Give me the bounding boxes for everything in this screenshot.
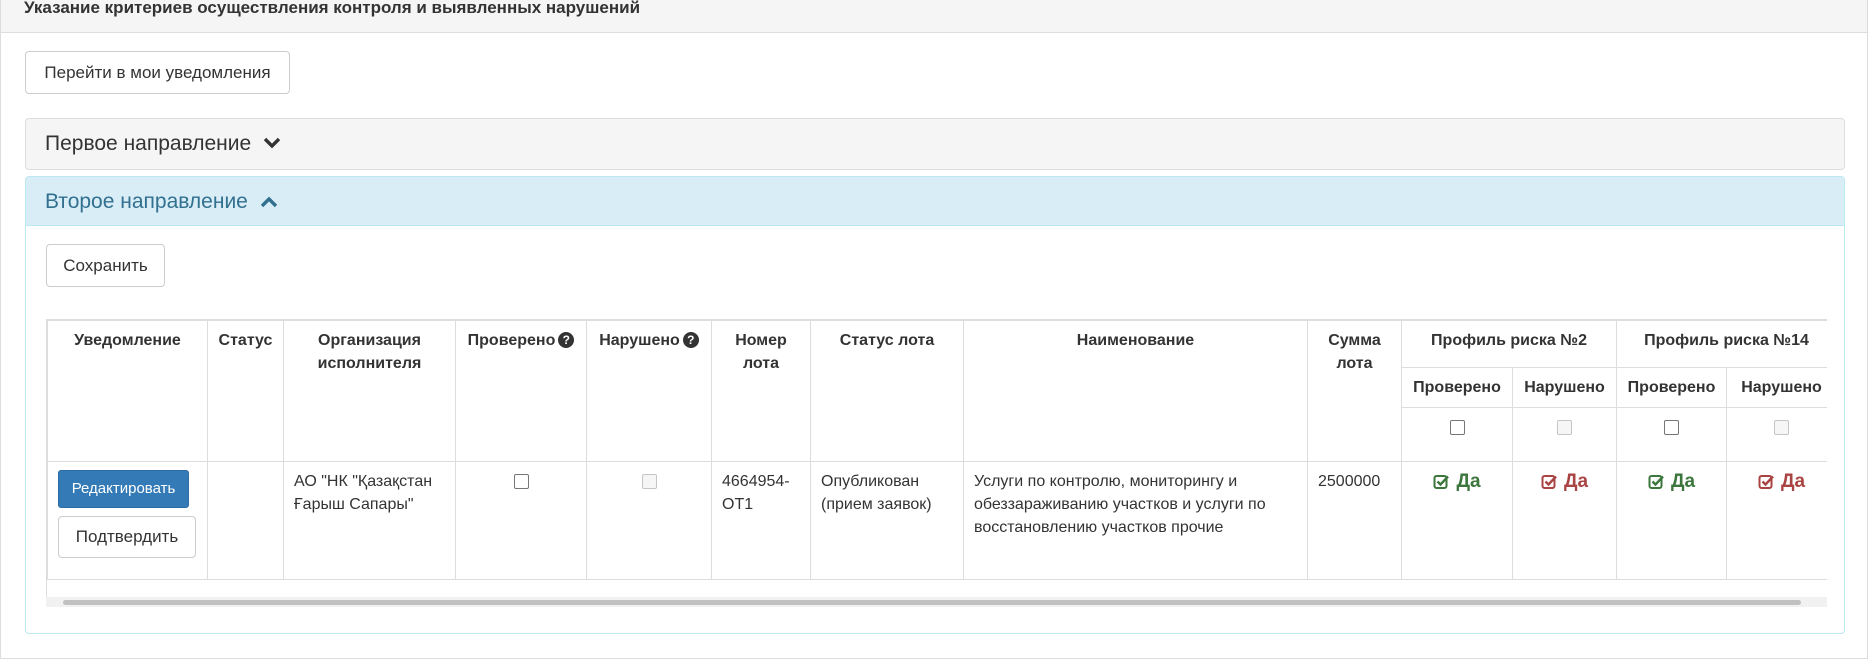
rp2-violated-yes[interactable]: Да xyxy=(1541,470,1588,493)
row-checked-checkbox[interactable] xyxy=(513,473,529,489)
criteria-panel: Указание критериев осуществления контрол… xyxy=(0,0,1868,659)
scrollbar-thumb[interactable] xyxy=(63,600,1801,605)
col-risk-profile-2: Профиль риска №2 xyxy=(1400,319,1618,368)
col-checked-label: Проверено xyxy=(467,332,556,349)
rp14-checked-yes[interactable]: Да xyxy=(1648,470,1695,493)
second-direction-panel: Второе направление Сохранить Уведомление xyxy=(25,176,1845,634)
rp14-checked-all-checkbox[interactable] xyxy=(1664,419,1680,435)
second-direction-toggle[interactable]: Второе направление xyxy=(26,177,1844,226)
second-direction-title: Второе направление xyxy=(45,190,248,213)
cell-lot-sum: 2500000 xyxy=(1307,460,1402,580)
col-lot-sum: Сумма лота xyxy=(1307,319,1402,462)
table-horizontal-scrollbar[interactable] xyxy=(46,597,1827,607)
chevron-up-icon xyxy=(260,178,278,227)
notifications-table-container: Уведомление Статус Организация исполните… xyxy=(46,319,1827,597)
first-direction-title: Первое направление xyxy=(45,132,252,155)
col-violated-label: Нарушено xyxy=(599,332,680,349)
confirm-button[interactable]: Подтвердить xyxy=(58,515,196,558)
rp2-violated-yes-label: Да xyxy=(1563,470,1589,492)
goto-notifications-button[interactable]: Перейти в мои уведомления xyxy=(25,51,290,94)
col-org: Организация исполнителя xyxy=(283,319,456,462)
rp14-violated-yes[interactable]: Да xyxy=(1758,470,1805,493)
table-row: Редактировать Подтвердить АО "НК "Қазақс… xyxy=(47,460,1827,580)
check-square-icon xyxy=(1648,474,1664,489)
col-name: Наименование xyxy=(963,319,1308,462)
rp2-violated-all-checkbox xyxy=(1557,419,1572,435)
first-direction-toggle[interactable]: Первое направление xyxy=(26,119,1844,169)
criteria-panel-title: Указание критериев осуществления контрол… xyxy=(24,0,641,17)
col-risk-profile-14: Профиль риска №14 xyxy=(1616,319,1827,368)
criteria-panel-heading: Указание критериев осуществления контрол… xyxy=(1,0,1867,33)
col-rp14-violated: Нарушено xyxy=(1726,366,1827,408)
row-violated-checkbox xyxy=(641,473,657,489)
check-square-icon xyxy=(1541,474,1557,489)
page: Указание критериев осуществления контрол… xyxy=(0,0,1868,659)
save-button[interactable]: Сохранить xyxy=(46,244,165,287)
question-circle-icon[interactable]: ? xyxy=(558,332,575,348)
cell-lot-status: Опубликован (прием заявок) xyxy=(810,460,964,580)
cell-lot-number: 4664954-ОТ1 xyxy=(711,460,811,580)
check-square-icon xyxy=(1758,474,1774,489)
col-rp2-checked: Проверено xyxy=(1401,366,1513,408)
rp14-checked-yes-label: Да xyxy=(1670,470,1696,492)
col-status: Статус xyxy=(207,319,284,462)
col-violated: Нарушено? xyxy=(586,319,712,462)
rp14-violated-yes-label: Да xyxy=(1780,470,1806,492)
edit-button[interactable]: Редактировать xyxy=(58,469,189,508)
col-checked: Проверено? xyxy=(455,319,587,462)
col-rp14-checked: Проверено xyxy=(1616,366,1728,408)
col-rp2-violated: Нарушено xyxy=(1511,366,1618,408)
rp14-violated-all-checkbox xyxy=(1774,419,1790,435)
cell-name: Услуги по контролю, мониторингу и обезза… xyxy=(963,460,1308,580)
cell-org: АО "НК "Қазақстан Ғарыш Сапары" xyxy=(283,460,456,580)
col-notification: Уведомление xyxy=(47,319,208,462)
cell-status xyxy=(207,460,284,580)
question-circle-icon[interactable]: ? xyxy=(682,332,699,348)
rp2-checked-yes[interactable]: Да xyxy=(1433,470,1481,493)
rp2-checked-all-checkbox[interactable] xyxy=(1449,419,1465,435)
table-header-row: Уведомление Статус Организация исполните… xyxy=(47,319,1827,462)
col-lot-number: Номер лота xyxy=(711,319,811,462)
chevron-down-icon xyxy=(263,119,281,169)
notifications-table: Уведомление Статус Организация исполните… xyxy=(47,319,1827,580)
col-lot-status: Статус лота xyxy=(810,319,964,462)
rp2-checked-yes-label: Да xyxy=(1456,470,1481,492)
first-direction-panel: Первое направление xyxy=(25,118,1845,170)
check-square-icon xyxy=(1433,474,1450,489)
